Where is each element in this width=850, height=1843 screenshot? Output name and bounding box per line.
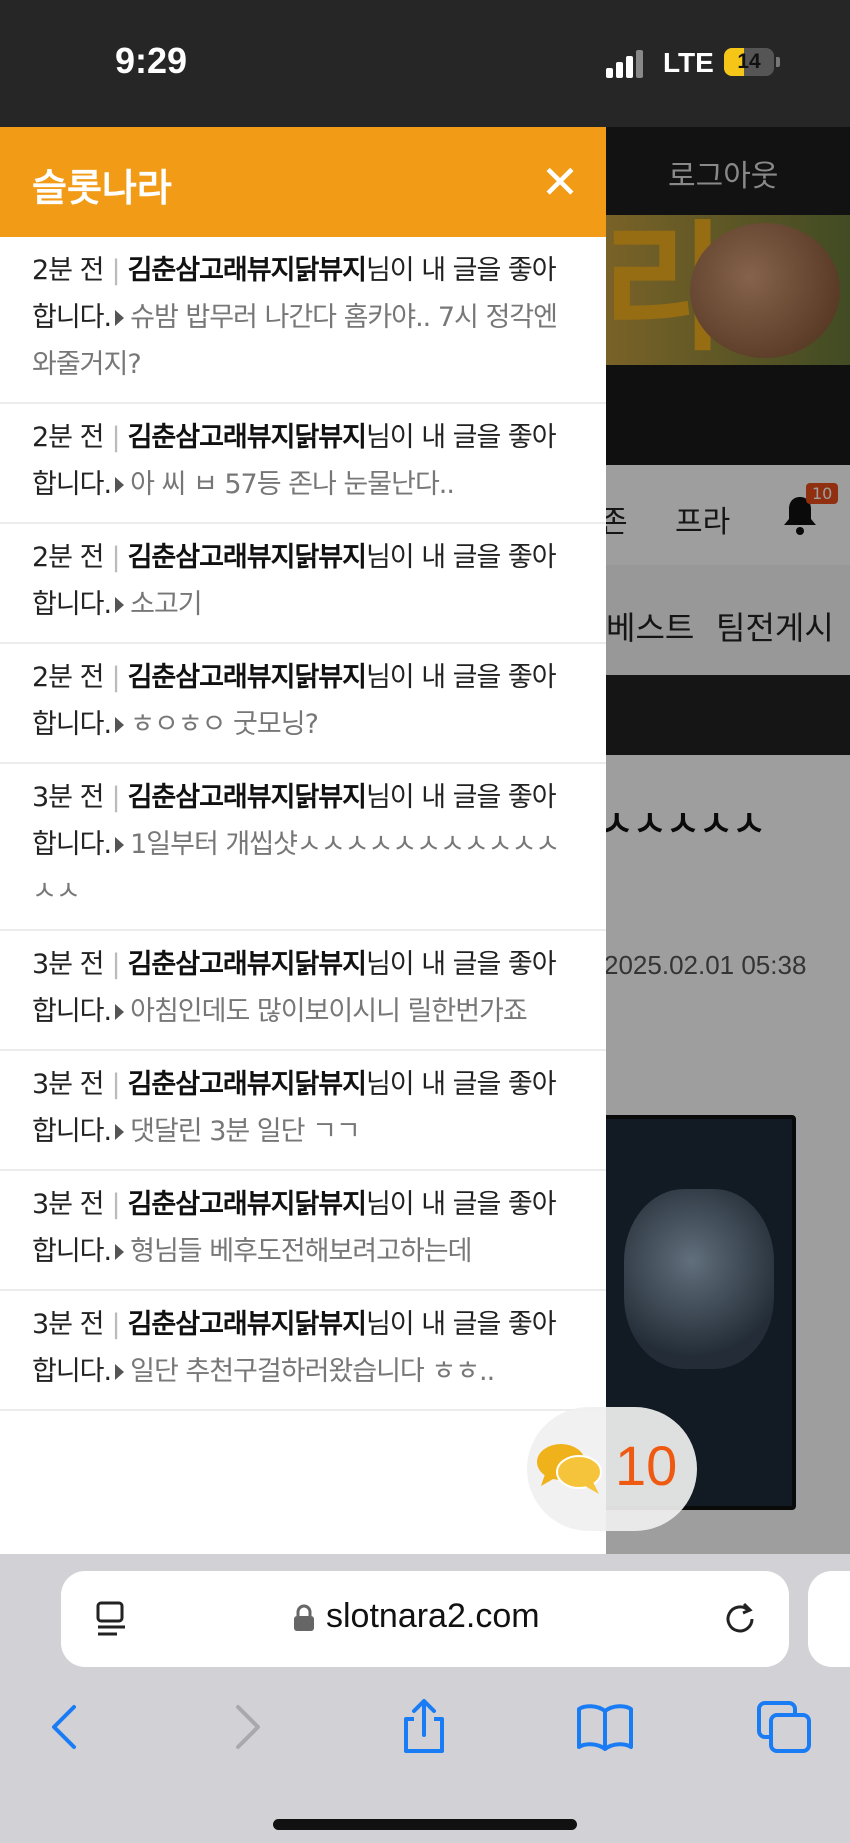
notification-post-title: ㅎㅇㅎㅇ 굿모닝? — [130, 709, 319, 740]
lock-icon — [294, 1604, 314, 1631]
separator: | — [111, 662, 120, 693]
arrow-right-icon — [115, 597, 125, 613]
chat-button[interactable]: 10 — [527, 1407, 697, 1531]
notification-post-title: 댓달린 3분 일단 ㄱㄱ — [130, 1116, 361, 1147]
arrow-right-icon — [115, 717, 125, 733]
arrow-right-icon — [115, 1244, 125, 1260]
arrow-right-icon — [115, 837, 125, 853]
network-type: LTE — [663, 47, 714, 78]
notification-time: 2분 전 — [32, 255, 104, 286]
battery-cap — [776, 57, 780, 67]
share-icon[interactable] — [394, 1699, 454, 1755]
notification-user: 김춘삼고래뷰지닭뷰지 — [127, 1069, 367, 1100]
notification-item[interactable]: 2분 전 | 김춘삼고래뷰지닭뷰지님이 내 글을 좋아합니다. 소고기 — [0, 524, 606, 644]
notification-item[interactable]: 3분 전 | 김춘삼고래뷰지닭뷰지님이 내 글을 좋아합니다. 아침인데도 많이보이시… — [0, 931, 606, 1051]
notification-time: 3분 전 — [32, 1069, 104, 1100]
notification-time: 3분 전 — [32, 1189, 104, 1220]
arrow-right-icon — [115, 1364, 125, 1380]
notification-time: 3분 전 — [32, 949, 104, 980]
tabs-icon[interactable] — [755, 1699, 815, 1755]
separator: | — [111, 542, 120, 573]
notification-user: 김춘삼고래뷰지닭뷰지 — [127, 782, 367, 813]
notification-item[interactable]: 2분 전 | 김춘삼고래뷰지닭뷰지님이 내 글을 좋아합니다. 슈밤 밥무러 나간다 … — [0, 237, 606, 404]
notification-time: 2분 전 — [32, 542, 104, 573]
notification-user: 김춘삼고래뷰지닭뷰지 — [127, 542, 367, 573]
notification-user: 김춘삼고래뷰지닭뷰지 — [127, 1309, 367, 1340]
separator: | — [111, 1309, 120, 1340]
notification-time: 2분 전 — [32, 422, 104, 453]
notification-post-title: 일단 추천구걸하러왔습니다 ㅎㅎ.. — [130, 1356, 495, 1387]
notification-user: 김춘삼고래뷰지닭뷰지 — [127, 949, 367, 980]
notification-time: 2분 전 — [32, 662, 104, 693]
arrow-right-icon — [115, 1124, 125, 1140]
status-bar: 9:29 LTE 14 — [0, 0, 850, 127]
separator: | — [111, 949, 120, 980]
home-indicator — [273, 1819, 577, 1830]
notification-item[interactable]: 3분 전 | 김춘삼고래뷰지닭뷰지님이 내 글을 좋아합니다. 형님들 베후도전해보려… — [0, 1171, 606, 1291]
notification-time: 3분 전 — [32, 1309, 104, 1340]
notification-user: 김춘삼고래뷰지닭뷰지 — [127, 662, 367, 693]
separator: | — [111, 422, 120, 453]
notification-item[interactable]: 3분 전 | 김춘삼고래뷰지닭뷰지님이 내 글을 좋아합니다. 일단 추천구걸하러왔습… — [0, 1291, 606, 1411]
url-text[interactable]: slotnara2.com — [326, 1597, 540, 1636]
notification-user: 김춘삼고래뷰지닭뷰지 — [127, 255, 367, 286]
notification-list: 2분 전 | 김춘삼고래뷰지닭뷰지님이 내 글을 좋아합니다. 슈밤 밥무러 나간다 … — [0, 237, 606, 1411]
notification-post-title: 아침인데도 많이보이시니 릴한번가죠 — [130, 996, 528, 1027]
notification-item[interactable]: 2분 전 | 김춘삼고래뷰지닭뷰지님이 내 글을 좋아합니다. 아 씨 ㅂ 57등 존… — [0, 404, 606, 524]
reload-icon[interactable] — [722, 1601, 758, 1637]
arrow-right-icon — [115, 1004, 125, 1020]
notification-item[interactable]: 3분 전 | 김춘삼고래뷰지닭뷰지님이 내 글을 좋아합니다. 1일부터 개씹샷ㅅㅅㅅ… — [0, 764, 606, 931]
notification-item[interactable]: 2분 전 | 김춘삼고래뷰지닭뷰지님이 내 글을 좋아합니다. ㅎㅇㅎㅇ 굿모닝? — [0, 644, 606, 764]
battery-level: 14 — [737, 50, 761, 73]
separator: | — [111, 1189, 120, 1220]
cellular-signal-icon — [606, 50, 646, 78]
notification-user: 김춘삼고래뷰지닭뷰지 — [127, 1189, 367, 1220]
separator: | — [111, 782, 120, 813]
chat-bubbles-icon — [537, 1444, 602, 1494]
notification-item[interactable]: 3분 전 | 김춘삼고래뷰지닭뷰지님이 내 글을 좋아합니다. 댓달린 3분 일단 ㄱ… — [0, 1051, 606, 1171]
bookmarks-icon[interactable] — [575, 1699, 635, 1755]
back-icon[interactable] — [36, 1699, 96, 1755]
browser-toolbar: slotnara2.com — [0, 1554, 850, 1843]
arrow-right-icon — [115, 310, 125, 326]
notification-post-title: 소고기 — [130, 589, 203, 620]
next-tab-preview[interactable] — [808, 1571, 850, 1667]
notification-user: 김춘삼고래뷰지닭뷰지 — [127, 422, 367, 453]
address-bar[interactable]: slotnara2.com — [61, 1571, 789, 1667]
separator: | — [111, 255, 120, 286]
close-icon[interactable]: ✕ — [535, 157, 585, 207]
page-menu-icon[interactable] — [95, 1601, 129, 1637]
panel-title: 슬롯나라 — [32, 166, 172, 210]
separator: | — [111, 1069, 120, 1100]
chat-count: 10 — [615, 1434, 678, 1497]
notification-post-title: 아 씨 ㅂ 57등 존나 눈물난다.. — [130, 469, 455, 500]
battery-icon: 14 — [724, 48, 774, 76]
panel-header: 슬롯나라 ✕ — [0, 127, 606, 237]
arrow-right-icon — [115, 477, 125, 493]
notification-time: 3분 전 — [32, 782, 104, 813]
status-time: 9:29 — [115, 40, 188, 81]
forward-icon[interactable] — [216, 1699, 276, 1755]
notification-post-title: 형님들 베후도전해보려고하는데 — [130, 1236, 472, 1267]
notification-panel: 슬롯나라 ✕ 2분 전 | 김춘삼고래뷰지닭뷰지님이 내 글을 좋아합니다. 슈밤 밥… — [0, 127, 606, 1554]
